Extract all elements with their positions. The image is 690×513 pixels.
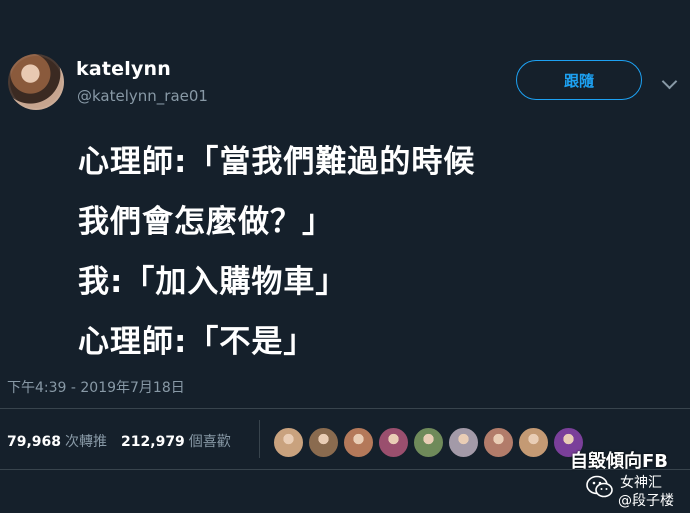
user-handle[interactable]: @katelynn_rae01 <box>77 87 208 105</box>
watermark-text: @段子楼 <box>618 493 674 509</box>
wechat-icon <box>586 475 613 498</box>
tweet-stats: 79,968 次轉推 212,979 個喜歡 <box>7 431 245 451</box>
liker-avatar[interactable] <box>272 426 305 459</box>
liker-avatar[interactable] <box>377 426 410 459</box>
watermark-text: 自毀傾向FB <box>570 451 669 472</box>
liker-avatar[interactable] <box>517 426 550 459</box>
display-name[interactable]: katelynn <box>76 58 171 80</box>
tweet-timestamp[interactable]: 下午4:39 - 2019年7月18日 <box>7 377 185 397</box>
liker-avatar[interactable] <box>412 426 445 459</box>
profile-avatar[interactable] <box>8 54 64 110</box>
liker-avatar[interactable] <box>307 426 340 459</box>
retweet-count[interactable]: 79,968 <box>7 434 61 450</box>
liker-avatar[interactable] <box>482 426 515 459</box>
retweet-label[interactable]: 次轉推 <box>65 434 107 450</box>
stats-separator <box>259 420 260 458</box>
tweet-text-line: 心理師:「不是」 <box>78 324 316 360</box>
tweet-text-line: 我:「加入購物車」 <box>78 264 348 300</box>
tweet-text-line: 心理師:「當我們難過的時候 <box>78 144 476 180</box>
like-label[interactable]: 個喜歡 <box>189 434 231 450</box>
tweet-text-line: 我們會怎麼做？」 <box>78 204 334 240</box>
liker-avatar[interactable] <box>342 426 375 459</box>
like-count[interactable]: 212,979 <box>121 434 185 450</box>
chevron-down-icon[interactable] <box>661 73 678 90</box>
liker-avatar[interactable] <box>447 426 480 459</box>
watermark-text: 女神汇 <box>620 475 662 491</box>
divider <box>0 408 690 409</box>
follow-button[interactable]: 跟隨 <box>516 60 642 100</box>
